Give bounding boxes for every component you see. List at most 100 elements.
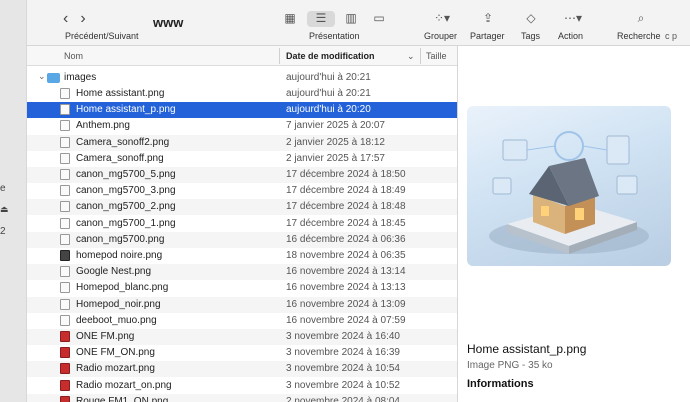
preview-pane: Home assistant_p.png Image PNG - 35 ko I… xyxy=(457,46,690,402)
file-thumbnail-icon xyxy=(60,169,70,180)
gallery-view-icon[interactable]: ▭ xyxy=(370,11,388,27)
preview-file-name: Home assistant_p.png xyxy=(467,342,587,356)
file-date: 16 novembre 2024 à 13:14 xyxy=(286,266,406,278)
file-row[interactable]: canon_mg5700.png 16 décembre 2024 à 06:36 xyxy=(27,231,457,248)
file-name: canon_mg5700.png xyxy=(76,233,165,245)
nav-buttons: ‹› xyxy=(63,10,98,28)
share-label[interactable]: Partager xyxy=(470,31,505,41)
file-row[interactable]: Anthem.png 7 janvier 2025 à 20:07 xyxy=(27,118,457,134)
action-icon[interactable]: ⋯▾ xyxy=(560,11,586,27)
file-date: aujourd'hui à 20:20 xyxy=(286,104,371,116)
file-row[interactable]: Home assistant_p.png aujourd'hui à 20:20 xyxy=(27,102,457,119)
file-thumbnail-icon xyxy=(60,266,70,278)
file-row[interactable]: ONE FM.png 3 novembre 2024 à 16:40 xyxy=(27,329,457,345)
date-column-header[interactable]: Date de modification xyxy=(286,51,375,61)
name-column-header[interactable]: Nom xyxy=(64,51,83,61)
file-date: 2 janvier 2025 à 18:12 xyxy=(286,136,385,148)
file-row[interactable]: Homepod_blanc.png 16 novembre 2024 à 13:1… xyxy=(27,280,457,296)
list-view-icon[interactable]: ☰ xyxy=(307,11,335,27)
finder-window: e ⏏ 2 ‹› Précédent/Suivant www ▦ ☰ ▥ ▭ P… xyxy=(0,0,690,402)
disclosure-chevron-icon[interactable]: ⌄ xyxy=(38,71,46,82)
file-date: 7 janvier 2025 à 20:07 xyxy=(286,120,385,132)
icon-view-icon[interactable]: ▦ xyxy=(282,11,298,27)
file-row[interactable]: ONE FM_ON.png 3 novembre 2024 à 16:39 xyxy=(27,345,457,361)
file-row[interactable]: Rouge FM1_ON.png 2 novembre 2024 à 08:04 xyxy=(27,393,457,402)
sidebar-fragment[interactable]: e xyxy=(0,183,6,194)
file-name: Home assistant.png xyxy=(76,88,165,99)
file-name: deeboot_muo.png xyxy=(76,314,157,326)
action-label[interactable]: Action xyxy=(558,31,583,41)
file-name: Homepod_blanc.png xyxy=(76,282,169,294)
group-label[interactable]: Grouper xyxy=(424,31,457,41)
sort-chevron-icon[interactable]: ⌄ xyxy=(407,51,415,62)
file-thumbnail-icon xyxy=(60,233,70,245)
file-row[interactable]: Camera_sonoff.png 2 janvier 2025 à 17:57 xyxy=(27,151,457,167)
folder-icon xyxy=(47,73,60,83)
cut-off-label: c p xyxy=(665,31,678,41)
search-icon[interactable]: ⌕ xyxy=(632,11,650,27)
file-list: ⌄ images aujourd'hui à 20:21 Home assist… xyxy=(27,66,457,402)
back-icon[interactable]: ‹ xyxy=(63,10,80,27)
file-name: Radio mozart_on.png xyxy=(76,379,172,391)
file-date: 17 décembre 2024 à 18:45 xyxy=(286,217,406,229)
file-name: Anthem.png xyxy=(76,120,130,132)
tag-icon[interactable]: ◇ xyxy=(522,11,540,27)
file-thumbnail-icon xyxy=(60,120,70,132)
file-date: aujourd'hui à 20:21 xyxy=(286,88,371,99)
forward-icon[interactable]: › xyxy=(80,10,97,27)
file-date: 16 novembre 2024 à 07:59 xyxy=(286,314,406,326)
share-icon[interactable]: ⇪ xyxy=(479,11,497,27)
folder-row[interactable]: ⌄ images aujourd'hui à 20:21 xyxy=(27,70,457,86)
file-row[interactable]: homepod noire.png 18 novembre 2024 à 06:3… xyxy=(27,248,457,264)
eject-icon[interactable]: ⏏ xyxy=(0,204,9,215)
column-divider[interactable] xyxy=(420,48,421,64)
file-name: ONE FM_ON.png xyxy=(76,347,155,359)
file-thumbnail-icon xyxy=(60,201,70,213)
file-thumbnail-icon xyxy=(60,347,70,359)
file-thumbnail-icon xyxy=(60,88,70,99)
file-name: Homepod_noir.png xyxy=(76,298,161,310)
file-date: 3 novembre 2024 à 10:52 xyxy=(286,379,400,391)
size-column-header[interactable]: Taille xyxy=(426,51,447,61)
file-date: 16 décembre 2024 à 06:36 xyxy=(286,233,406,245)
file-row[interactable]: Homepod_noir.png 16 novembre 2024 à 13:09 xyxy=(27,296,457,313)
file-date: 3 novembre 2024 à 10:54 xyxy=(286,363,400,375)
file-row[interactable]: canon_mg5700_5.png 17 décembre 2024 à 18:… xyxy=(27,167,457,183)
file-thumbnail-icon xyxy=(60,379,70,391)
file-name: Home assistant_p.png xyxy=(76,104,176,116)
file-name: Radio mozart.png xyxy=(76,363,155,375)
file-name: Rouge FM1_ON.png xyxy=(76,395,169,402)
column-view-icon[interactable]: ▥ xyxy=(342,11,360,27)
file-name: Camera_sonoff.png xyxy=(76,152,164,164)
view-label: Présentation xyxy=(309,31,360,41)
file-row[interactable]: canon_mg5700_2.png 17 décembre 2024 à 18:… xyxy=(27,199,457,216)
nav-label: Précédent/Suivant xyxy=(65,31,139,41)
file-row[interactable]: Google Nest.png 16 novembre 2024 à 13:14 xyxy=(27,264,457,281)
file-name: canon_mg5700_2.png xyxy=(76,201,176,213)
sidebar: e ⏏ 2 xyxy=(0,0,27,402)
file-row[interactable]: Home assistant.png aujourd'hui à 20:21 xyxy=(27,86,457,102)
scrollbar[interactable] xyxy=(685,48,689,398)
file-date: 17 décembre 2024 à 18:50 xyxy=(286,169,406,180)
tags-label[interactable]: Tags xyxy=(521,31,540,41)
file-row[interactable]: canon_mg5700_1.png 17 décembre 2024 à 18:… xyxy=(27,216,457,232)
file-date: 2 novembre 2024 à 08:04 xyxy=(286,395,400,402)
file-thumbnail-icon xyxy=(60,395,70,402)
search-label[interactable]: Recherche xyxy=(617,31,661,41)
file-thumbnail-icon xyxy=(60,363,70,375)
info-heading: Informations xyxy=(467,378,534,390)
group-icon[interactable]: ⁘▾ xyxy=(429,11,455,27)
file-thumbnail-icon xyxy=(60,282,70,294)
file-row[interactable]: Radio mozart_on.png 3 novembre 2024 à 10:… xyxy=(27,378,457,394)
file-row[interactable]: Camera_sonoff2.png 2 janvier 2025 à 18:12 xyxy=(27,134,457,151)
sidebar-fragment[interactable]: 2 xyxy=(0,226,6,237)
file-name: Google Nest.png xyxy=(76,266,152,278)
file-row[interactable]: deeboot_muo.png 16 novembre 2024 à 07:59 xyxy=(27,313,457,329)
file-row[interactable]: canon_mg5700_3.png 17 décembre 2024 à 18:… xyxy=(27,183,457,199)
file-name: canon_mg5700_3.png xyxy=(76,185,176,197)
column-divider[interactable] xyxy=(279,48,280,64)
file-row[interactable]: Radio mozart.png 3 novembre 2024 à 10:54 xyxy=(27,361,457,378)
file-thumbnail-icon xyxy=(60,136,70,148)
folder-name: images xyxy=(64,72,97,83)
file-thumbnail-icon xyxy=(60,104,70,116)
